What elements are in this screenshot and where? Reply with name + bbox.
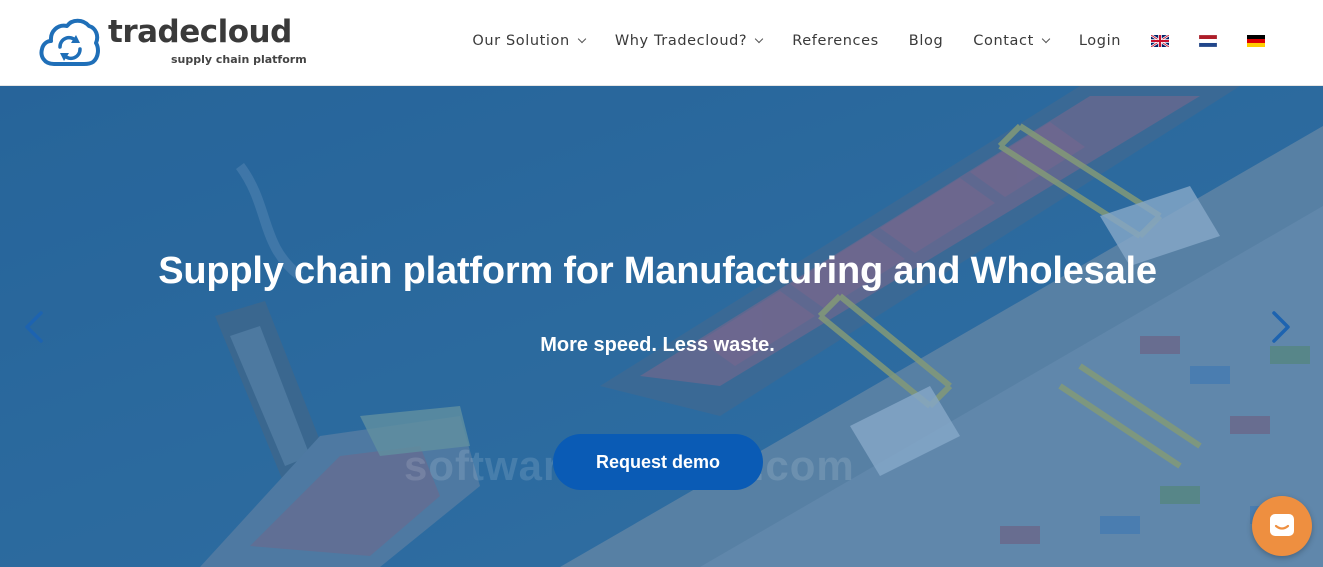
main-nav: Our Solution Why Tradecloud? References … <box>472 28 1265 54</box>
request-demo-button[interactable]: Request demo <box>553 434 763 490</box>
nav-item-our-solution[interactable]: Our Solution <box>472 33 587 49</box>
hero-subheadline: More speed. Less waste. <box>540 334 775 356</box>
logo-tagline: supply chain platform <box>171 53 307 66</box>
nav-label: Blog <box>908 33 944 49</box>
hero-slider: softwaresuggest.com Supply chain platfor… <box>0 86 1323 567</box>
chevron-left-icon[interactable] <box>22 310 46 344</box>
cloud-sync-logo-icon <box>39 18 100 66</box>
hero-headline: Supply chain platform for Manufacturing … <box>158 250 1157 292</box>
chevron-down-icon <box>1041 34 1051 44</box>
nav-item-references[interactable]: References <box>792 33 879 49</box>
chevron-right-icon[interactable] <box>1269 310 1293 344</box>
nav-label: Contact <box>973 33 1034 49</box>
nav-item-blog[interactable]: Blog <box>909 33 943 49</box>
nav-label: Our Solution <box>472 33 570 49</box>
logo-wordmark: tradecloud <box>108 14 292 50</box>
nav-item-contact[interactable]: Contact <box>973 33 1051 49</box>
nav-label: Why Tradecloud? <box>614 33 748 49</box>
nav-label: References <box>792 33 879 49</box>
hero-color-overlay <box>0 86 1323 567</box>
chat-bubble-icon <box>1270 514 1294 536</box>
german-flag-icon[interactable] <box>1247 35 1265 47</box>
chevron-down-icon <box>754 34 764 44</box>
chat-widget-button[interactable] <box>1252 496 1312 556</box>
nav-item-login[interactable]: Login <box>1079 33 1121 49</box>
english-flag-icon[interactable] <box>1151 35 1169 47</box>
chevron-down-icon <box>577 34 587 44</box>
site-header: tradecloud supply chain platform Our Sol… <box>0 0 1323 86</box>
dutch-flag-icon[interactable] <box>1199 35 1217 47</box>
logo[interactable]: tradecloud supply chain platform <box>38 14 307 74</box>
nav-item-why-tradecloud[interactable]: Why Tradecloud? <box>614 33 764 49</box>
nav-label: Login <box>1078 33 1121 49</box>
